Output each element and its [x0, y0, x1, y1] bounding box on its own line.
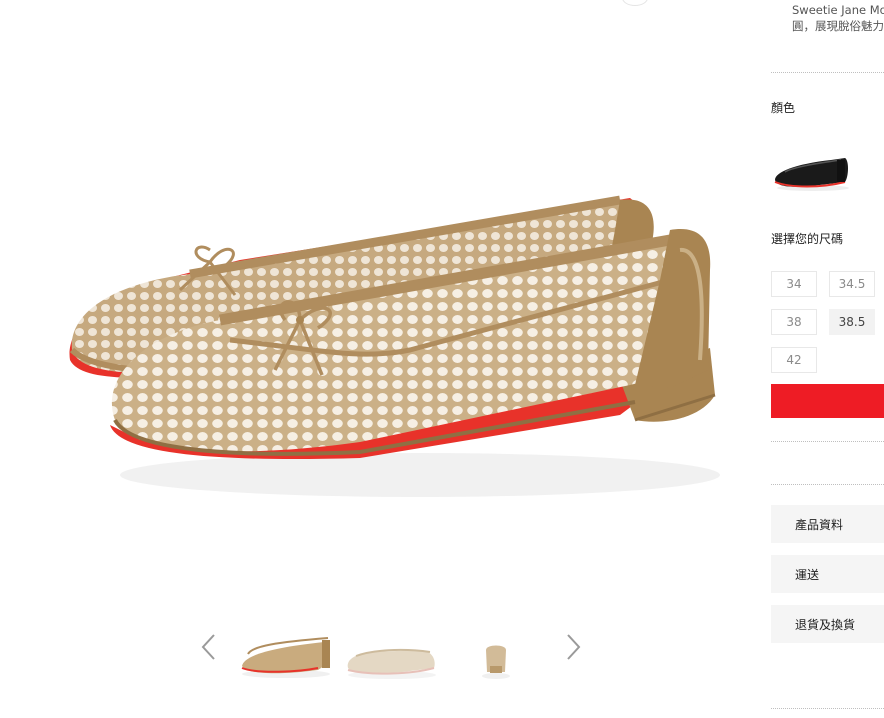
description-line: 圓，展現脫俗魅力: [792, 19, 884, 33]
accordion-label: 退貨及換貨: [795, 617, 856, 632]
thumbnail-3[interactable]: [478, 632, 514, 682]
description-line: Sweetie Jane Mo: [792, 3, 884, 17]
accordion-label: 產品資料: [795, 517, 844, 532]
accordion-shipping[interactable]: 運送: [771, 555, 884, 593]
size-label: 選擇您的尺碼: [771, 232, 844, 246]
size-option-selected[interactable]: 38.5: [829, 309, 875, 335]
chevron-right-icon[interactable]: [562, 632, 584, 662]
size-option[interactable]: 34.5: [829, 271, 875, 297]
color-label: 顏色: [771, 101, 796, 115]
zoom-indicator[interactable]: [622, 0, 648, 6]
divider: [771, 72, 884, 73]
product-main-image[interactable]: [60, 170, 740, 520]
divider: [771, 708, 884, 709]
thumbnail-1[interactable]: [238, 632, 334, 682]
divider: [771, 484, 884, 485]
product-description: Sweetie Jane Mo 圓，展現脫俗魅力: [792, 2, 884, 34]
size-option[interactable]: 34: [771, 271, 817, 297]
color-swatch-black[interactable]: [771, 148, 851, 196]
accordion-product-details[interactable]: 產品資料: [771, 505, 884, 543]
thumbnail-2[interactable]: [342, 632, 438, 682]
divider: [771, 441, 884, 442]
add-to-cart-button[interactable]: [771, 384, 884, 418]
accordion-label: 運送: [795, 567, 820, 582]
size-option[interactable]: 42: [771, 347, 817, 373]
size-option[interactable]: 38: [771, 309, 817, 335]
accordion-returns[interactable]: 退貨及換貨: [771, 605, 884, 643]
chevron-left-icon[interactable]: [198, 632, 220, 662]
